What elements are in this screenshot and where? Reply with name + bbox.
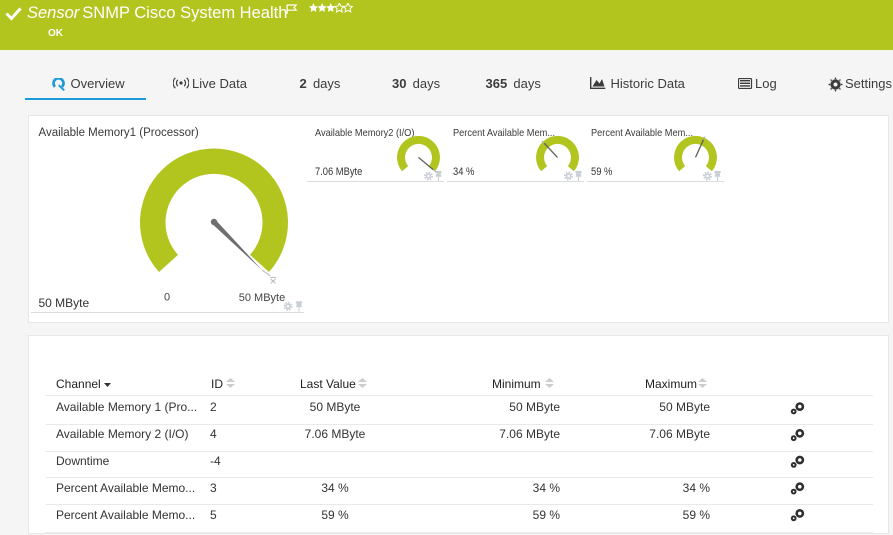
svg-text:50 MByte: 50 MByte: [239, 292, 285, 304]
svg-text:0: 0: [164, 292, 170, 304]
